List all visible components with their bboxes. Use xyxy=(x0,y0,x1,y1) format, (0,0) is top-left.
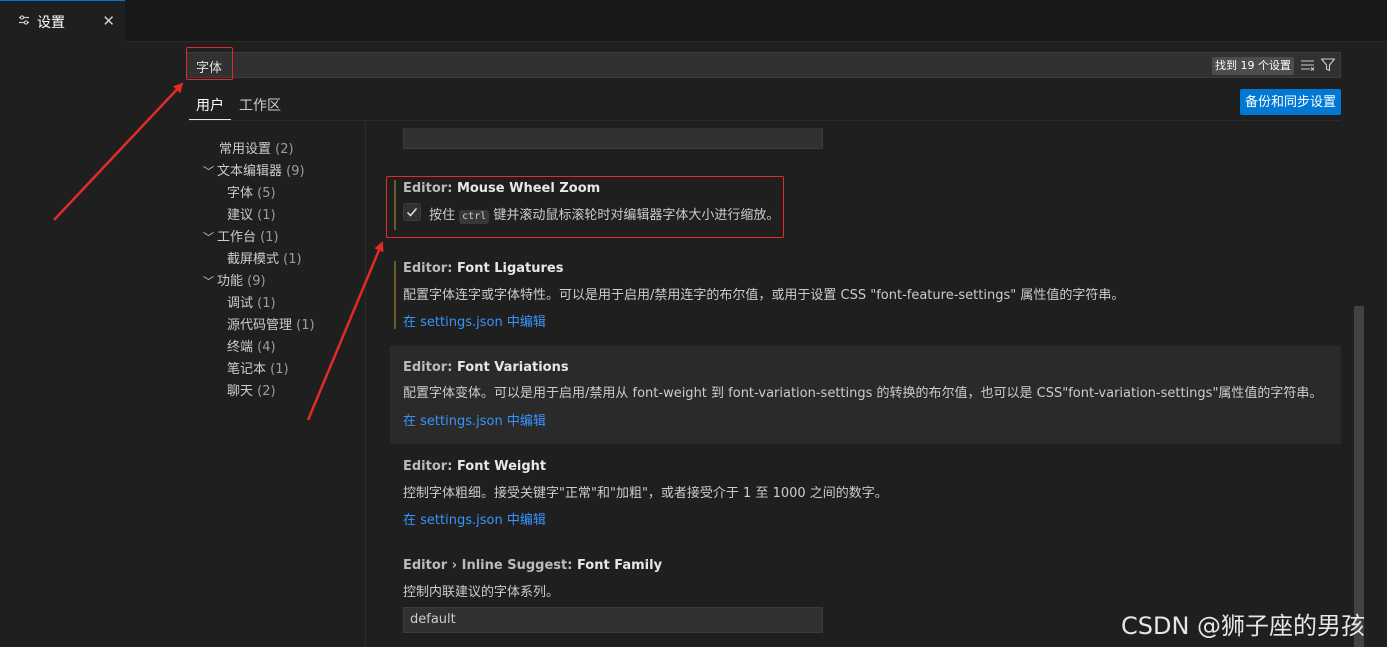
watermark: CSDN @狮子座的男孩 xyxy=(1121,612,1366,640)
settings-editor: 设置 ✕ 字体 找到 19 个设置 用户 工作区 备份和同步设置 常用设置 (2… xyxy=(0,0,1387,647)
annotation-arrows xyxy=(53,82,384,421)
annotation-arrow-search xyxy=(53,82,184,221)
annotation-arrow-setting xyxy=(306,241,384,421)
